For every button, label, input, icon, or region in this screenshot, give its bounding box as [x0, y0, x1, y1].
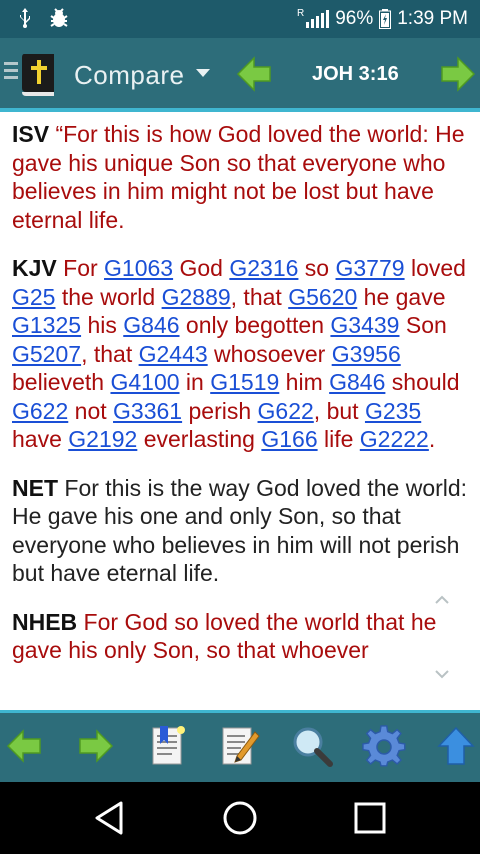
home-circle-icon[interactable]	[222, 800, 258, 836]
settings-icon[interactable]	[362, 724, 406, 768]
status-right: R 96% 1:39 PM	[297, 8, 468, 30]
verse-text: .	[428, 426, 436, 452]
strongs-link[interactable]: G3439	[330, 312, 399, 338]
strongs-link[interactable]: G2222	[360, 426, 429, 452]
version-label[interactable]: NET	[12, 475, 58, 501]
scroll-top-icon[interactable]	[434, 724, 478, 768]
system-nav-bar	[0, 782, 480, 854]
status-bar: R 96% 1:39 PM	[0, 0, 480, 38]
scroll-up-chevron-icon[interactable]	[434, 592, 450, 608]
back-triangle-icon[interactable]	[92, 800, 126, 836]
bookmark-icon[interactable]	[146, 724, 190, 768]
strongs-link[interactable]: G2316	[229, 255, 298, 281]
verse-text: only begotten	[179, 312, 331, 338]
verse-text: in	[179, 369, 211, 395]
verse-reference[interactable]: JOH 3:16	[312, 63, 399, 86]
verse-text: so	[298, 255, 336, 281]
verse-text: believeth	[12, 369, 111, 395]
bottom-toolbar	[0, 710, 480, 782]
strongs-link[interactable]: G846	[123, 312, 179, 338]
strongs-link[interactable]: G1063	[104, 255, 173, 281]
verse-text: should	[385, 369, 460, 395]
verse-text: , but	[313, 397, 365, 424]
bible-icon[interactable]	[16, 52, 60, 98]
verse-text: have	[12, 426, 69, 452]
verse-text: For this is the way God loved the world:…	[12, 474, 468, 587]
action-bar: Compare JOH 3:16	[0, 38, 480, 112]
verse-text: perish	[182, 397, 258, 424]
verse-text: , that	[81, 340, 139, 367]
verse-compare-list[interactable]: ISV “For this is how God loved the world…	[12, 112, 474, 710]
scroll-down-chevron-icon[interactable]	[434, 666, 450, 682]
strongs-link[interactable]: G2443	[139, 341, 208, 367]
verse-text: loved	[404, 255, 466, 281]
verse-text: whosoever	[207, 340, 332, 367]
next-arrow-icon[interactable]	[440, 56, 476, 92]
verse-nheb: NHEB For God so loved the world that he …	[12, 608, 474, 665]
strongs-link[interactable]: G2889	[162, 284, 231, 310]
clock: 1:39 PM	[397, 8, 468, 29]
verse-text: life	[317, 426, 360, 452]
strongs-link[interactable]: G846	[329, 369, 385, 395]
battery-icon	[379, 9, 392, 29]
forward-arrow-icon[interactable]	[74, 724, 118, 768]
battery-percent: 96%	[335, 8, 374, 29]
strongs-link[interactable]: G3361	[113, 398, 182, 424]
verse-net: NET For this is the way God loved the wo…	[12, 474, 474, 588]
verse-text: not	[68, 397, 114, 424]
verse-text: Son	[399, 312, 447, 338]
note-edit-icon[interactable]	[218, 724, 262, 768]
dropdown-caret-icon[interactable]	[196, 69, 210, 77]
verse-text: “For this is how God loved the world: He…	[12, 121, 465, 233]
strongs-link[interactable]: G3779	[336, 255, 405, 281]
strongs-link[interactable]: G1519	[210, 369, 279, 395]
strongs-link[interactable]: G2192	[68, 426, 137, 452]
signal-icon	[306, 10, 330, 28]
strongs-link[interactable]: G5620	[288, 284, 357, 310]
strongs-link[interactable]: G4100	[110, 369, 179, 395]
verse-isv: ISV “For this is how God loved the world…	[12, 120, 474, 234]
verse-kjv: KJV For G1063 God G2316 so G3779 loved G…	[12, 254, 474, 454]
verse-text: his	[81, 312, 124, 338]
status-left-icons	[18, 8, 70, 28]
recents-square-icon[interactable]	[353, 800, 387, 836]
strongs-link[interactable]: G3956	[332, 341, 401, 367]
prev-arrow-icon[interactable]	[236, 56, 272, 92]
strongs-link[interactable]: G5207	[12, 341, 81, 367]
back-arrow-icon[interactable]	[2, 724, 46, 768]
verse-text: God	[173, 255, 230, 281]
verse-text: , that	[230, 283, 289, 310]
search-icon[interactable]	[290, 724, 334, 768]
page-title[interactable]: Compare	[74, 60, 184, 91]
strongs-link[interactable]: G235	[365, 398, 421, 424]
verse-text: he gave	[357, 283, 446, 310]
verse-text: For	[56, 255, 105, 281]
verse-text: everlasting	[137, 426, 262, 452]
strongs-link[interactable]: G622	[12, 398, 68, 424]
bug-icon	[50, 8, 68, 27]
version-label[interactable]: NHEB	[12, 609, 77, 635]
toolbar-divider	[0, 710, 480, 713]
usb-icon	[20, 8, 30, 28]
strongs-link[interactable]: G1325	[12, 312, 81, 338]
verse-text: him	[279, 369, 330, 395]
verse-text: the world	[55, 283, 162, 310]
version-label[interactable]: ISV	[12, 121, 49, 147]
roaming-label: R	[296, 8, 305, 19]
strongs-link[interactable]: G166	[261, 426, 317, 452]
version-label[interactable]: KJV	[12, 255, 57, 281]
strongs-link[interactable]: G25	[12, 284, 55, 310]
strongs-link[interactable]: G622	[258, 398, 314, 424]
